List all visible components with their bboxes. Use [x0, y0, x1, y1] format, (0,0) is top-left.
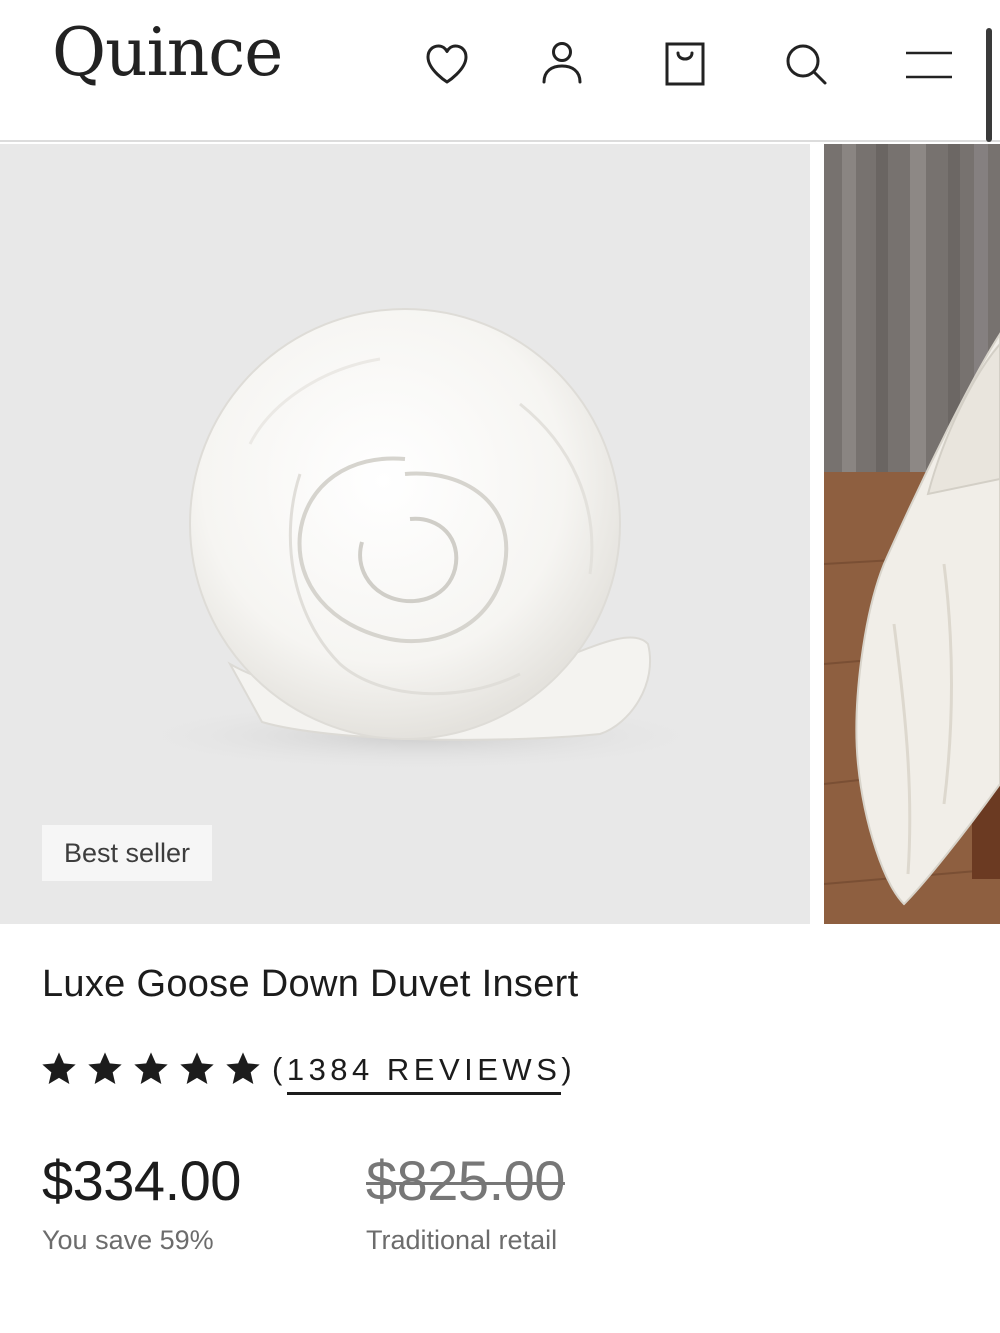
account-button[interactable] [534, 36, 590, 92]
rating-stars [38, 1049, 264, 1089]
product-image-next[interactable] [824, 144, 1000, 924]
wishlist-button[interactable] [419, 36, 475, 92]
star-icon [134, 1052, 168, 1084]
cart-button[interactable] [657, 36, 713, 92]
menu-button[interactable] [900, 36, 956, 92]
product-title: Luxe Goose Down Duvet Insert [42, 963, 579, 1005]
scrollbar-thumb[interactable] [986, 28, 992, 142]
reviews-count-link[interactable]: 1384 REVIEWS [286, 1052, 562, 1095]
brand-logo[interactable]: Quince [52, 20, 283, 86]
best-seller-badge: Best seller [42, 825, 213, 881]
star-icon [226, 1052, 260, 1084]
product-rating: ( 1384 REVIEWS ) [38, 1044, 576, 1095]
product-image-main[interactable]: Best seller [0, 144, 810, 924]
traditional-retail-price: $825.00 [366, 1149, 565, 1212]
reviews-open-paren: ( [272, 1051, 287, 1086]
star-icon [88, 1052, 122, 1084]
reviews-link[interactable]: ( 1384 REVIEWS ) [272, 1044, 576, 1095]
bedroom-duvet-image [824, 144, 1000, 924]
account-icon [542, 42, 582, 84]
current-price: $334.00 [42, 1149, 241, 1212]
product-image-carousel[interactable]: Best seller [0, 144, 1000, 924]
reviews-close-paren: ) [561, 1051, 577, 1086]
star-icon [42, 1052, 76, 1084]
star-icon [180, 1052, 214, 1084]
shopping-bag-icon [665, 42, 705, 86]
rolled-duvet-image [120, 308, 720, 772]
savings-text: You save 59% [42, 1225, 214, 1255]
search-button[interactable] [778, 36, 834, 92]
traditional-retail-label: Traditional retail [366, 1225, 558, 1255]
menu-icon [906, 51, 952, 79]
heart-icon [426, 44, 468, 84]
search-icon [786, 44, 827, 85]
site-header: Quince [0, 0, 1000, 142]
